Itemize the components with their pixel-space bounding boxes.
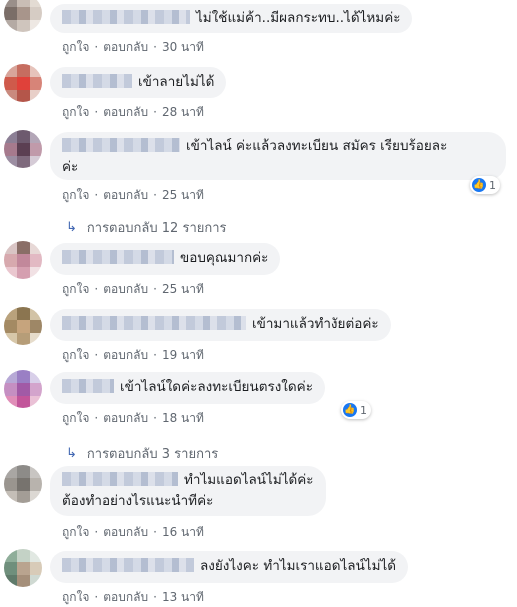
avatar[interactable] [4, 549, 42, 587]
timestamp[interactable]: 25 นาที [162, 188, 204, 202]
reply-link[interactable]: ตอบกลับ [103, 188, 148, 202]
author-name[interactable] [62, 10, 190, 24]
author-name[interactable] [62, 379, 114, 393]
timestamp[interactable]: 13 นาที [162, 590, 204, 604]
avatar[interactable] [4, 307, 42, 345]
author-name[interactable] [62, 558, 194, 572]
like-link[interactable]: ถูกใจ [62, 411, 89, 425]
reply-arrow-icon: ↳ [66, 446, 77, 461]
avatar[interactable] [4, 465, 42, 503]
comment-bubble: ทำไมแอดไลน์ไม่ได้ค่ะ ต้องทำอย่างไรแนะนำท… [50, 466, 326, 516]
reply-arrow-icon: ↳ [66, 220, 77, 235]
timestamp[interactable]: 19 นาที [162, 348, 204, 362]
view-replies-link[interactable]: ↳ การตอบกลับ 12 รายการ [66, 217, 227, 238]
avatar[interactable] [4, 64, 42, 102]
comment-actions: ถูกใจ · ตอบกลับ · 18 นาที [62, 411, 204, 425]
comment-text-line-2: ค่ะ [62, 159, 79, 175]
comment-bubble: ลงยังไงคะ ทำไมเราแอดไลน์ไม่ได้ [50, 551, 409, 583]
comment-text: เข้ามาแล้วทำงัยต่อค่ะ [252, 316, 379, 332]
like-link[interactable]: ถูกใจ [62, 40, 89, 54]
comment-actions: ถูกใจ · ตอบกลับ · 16 นาที [62, 525, 204, 539]
view-replies-link[interactable]: ↳ การตอบกลับ 3 รายการ [66, 443, 218, 464]
timestamp[interactable]: 18 นาที [162, 411, 204, 425]
reply-link[interactable]: ตอบกลับ [103, 282, 148, 296]
comment-actions: ถูกใจ · ตอบกลับ · 25 นาที [62, 188, 204, 202]
comment-actions: ถูกใจ · ตอบกลับ · 25 นาที [62, 282, 204, 296]
author-name[interactable] [62, 316, 246, 330]
reply-link[interactable]: ตอบกลับ [103, 348, 148, 362]
reaction-count[interactable]: 👍 1 [470, 176, 500, 194]
comment-text: ไม่ใช้แม่ค้า..มีผลกระทบ..ได้ไหมค่ะ [196, 10, 401, 26]
reaction-count[interactable]: 👍 1 [341, 401, 371, 419]
comment-text-line-1: ทำไมแอดไลน์ไม่ได้ค่ะ [184, 472, 314, 488]
comment-text: เข้าไลน์ใดค่ะลงทะเบียนตรงใดค่ะ [120, 379, 313, 395]
author-name[interactable] [62, 138, 180, 152]
author-name[interactable] [62, 74, 132, 88]
like-link[interactable]: ถูกใจ [62, 525, 89, 539]
comment-text: เข้าลายไม่ได้ [138, 74, 215, 90]
reply-link[interactable]: ตอบกลับ [103, 411, 148, 425]
avatar[interactable] [4, 370, 42, 408]
like-link[interactable]: ถูกใจ [62, 590, 89, 604]
avatar[interactable] [4, 130, 42, 168]
reply-link[interactable]: ตอบกลับ [103, 525, 148, 539]
timestamp[interactable]: 30 นาที [162, 40, 204, 54]
comment-bubble: เข้าไลน์ใดค่ะลงทะเบียนตรงใดค่ะ [50, 372, 325, 404]
comment-bubble: เข้าไลน์ ค่ะแล้วลงทะเบียน สมัคร เรียบร้อ… [50, 132, 506, 180]
timestamp[interactable]: 16 นาที [162, 525, 204, 539]
like-link[interactable]: ถูกใจ [62, 348, 89, 362]
comment-bubble: เข้าลายไม่ได้ [50, 67, 227, 98]
comment-bubble: ขอบคุณมากค่ะ [50, 243, 281, 275]
comment-bubble: ไม่ใช้แม่ค้า..มีผลกระทบ..ได้ไหมค่ะ [50, 4, 413, 33]
comment-actions: ถูกใจ · ตอบกลับ · 13 นาที [62, 590, 204, 604]
comment-bubble: เข้ามาแล้วทำงัยต่อค่ะ [50, 309, 391, 341]
comment-text: ลงยังไงคะ ทำไมเราแอดไลน์ไม่ได้ [200, 558, 397, 574]
timestamp[interactable]: 28 นาที [162, 105, 204, 119]
thumbs-up-icon: 👍 [343, 403, 357, 417]
reply-link[interactable]: ตอบกลับ [103, 40, 148, 54]
reply-link[interactable]: ตอบกลับ [103, 105, 148, 119]
avatar[interactable] [4, 0, 42, 32]
like-link[interactable]: ถูกใจ [62, 105, 89, 119]
avatar[interactable] [4, 241, 42, 279]
comment-text: ขอบคุณมากค่ะ [180, 250, 269, 266]
timestamp[interactable]: 25 นาที [162, 282, 204, 296]
comment-text-line-2: ต้องทำอย่างไรแนะนำทีค่ะ [62, 493, 214, 509]
like-link[interactable]: ถูกใจ [62, 188, 89, 202]
author-name[interactable] [62, 472, 178, 486]
comment-actions: ถูกใจ · ตอบกลับ · 19 นาที [62, 348, 204, 362]
reply-link[interactable]: ตอบกลับ [103, 590, 148, 604]
thumbs-up-icon: 👍 [472, 178, 486, 192]
comment-actions: ถูกใจ · ตอบกลับ · 30 นาที [62, 40, 204, 54]
author-name[interactable] [62, 250, 174, 264]
comment-actions: ถูกใจ · ตอบกลับ · 28 นาที [62, 105, 204, 119]
like-link[interactable]: ถูกใจ [62, 282, 89, 296]
comment-text-line-1: เข้าไลน์ ค่ะแล้วลงทะเบียน สมัคร เรียบร้อ… [186, 138, 448, 154]
